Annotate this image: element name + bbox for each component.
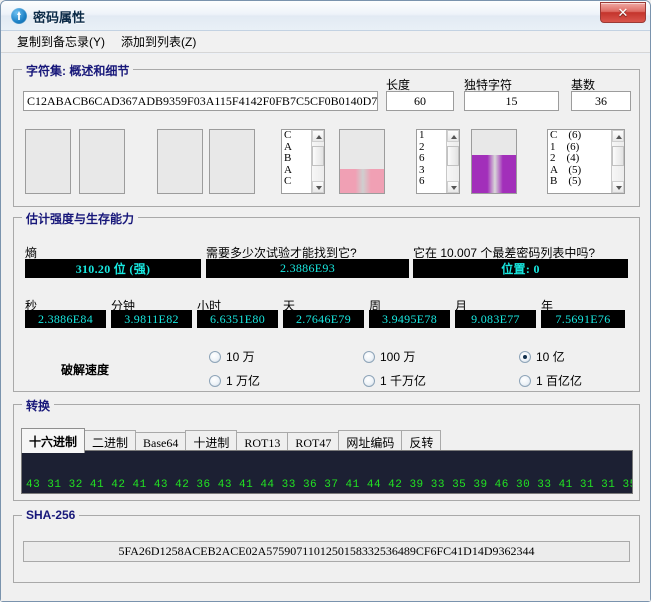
hex-output-area[interactable]: 43 31 32 41 42 41 43 42 36 43 41 44 33 3… [21, 450, 633, 494]
password-properties-window: 密码属性 ✕ 复制到备忘录(Y) 添加到列表(Z) 字符集: 概述和细节 C12… [0, 0, 651, 602]
scroll-down-arrow-icon[interactable] [312, 181, 324, 193]
scroll-down-arrow-icon[interactable] [447, 181, 459, 193]
list-item[interactable]: C [284, 176, 311, 188]
password-field[interactable]: C12ABACB6CAD367ADB9359F03A115F4142F0FB7C… [23, 91, 378, 111]
window-title: 密码属性 [33, 7, 85, 26]
purple-gradient-swatch [471, 129, 517, 194]
charset-counts-items: C (6) 1 (6) 2 (4) A (5) B (5) [548, 130, 611, 193]
radio-label: 10 万 [226, 348, 255, 365]
attempts-value: 2.3886E93 [206, 259, 409, 278]
radio-label: 1 千万亿 [380, 372, 426, 389]
radio-speed-10e[interactable]: 1 百亿亿 [519, 372, 582, 389]
radio-dot-icon [519, 351, 531, 363]
entropy-value: 310.20 位 (强) [25, 259, 201, 278]
sha256-value[interactable]: 5FA26D1258ACEB2ACE02A5759071101250158332… [23, 541, 630, 562]
scroll-up-arrow-icon[interactable] [447, 130, 459, 142]
radio-dot-icon [363, 351, 375, 363]
pink-gradient-swatch [339, 129, 385, 194]
list-item[interactable]: 2 (4) [550, 153, 611, 165]
strength-group-legend: 估计强度与生存能力 [22, 210, 138, 227]
radio-label: 10 亿 [536, 348, 565, 365]
charset-group-legend: 字符集: 概述和细节 [22, 62, 133, 79]
radio-dot-icon [363, 375, 375, 387]
worst-list-value: 位置: 0 [413, 259, 628, 278]
time-value-days: 2.7646E79 [283, 310, 364, 328]
menu-add-to-list[interactable]: 添加到列表(Z) [113, 31, 204, 52]
list-item[interactable]: 1 [419, 130, 446, 142]
preview-pane-3 [157, 129, 203, 194]
list-item[interactable]: C (6) [550, 130, 611, 142]
charset-digits-scrollbar[interactable] [446, 130, 459, 193]
crack-speed-label: 破解速度 [61, 361, 109, 378]
scrollbar-thumb[interactable] [612, 146, 624, 166]
radio-dot-icon [209, 375, 221, 387]
radio-speed-1t[interactable]: 1 万亿 [209, 372, 260, 389]
time-value-seconds: 2.3886E84 [25, 310, 106, 328]
radio-speed-10q[interactable]: 1 千万亿 [363, 372, 426, 389]
radio-label: 1 百亿亿 [536, 372, 582, 389]
scroll-down-arrow-icon[interactable] [612, 181, 624, 193]
dialog-client-area: 字符集: 概述和细节 C12ABACB6CAD367ADB9359F03A115… [1, 54, 650, 601]
scrollbar-thumb[interactable] [312, 146, 324, 166]
time-value-years: 7.5691E76 [541, 310, 625, 328]
radio-label: 100 万 [380, 348, 415, 365]
charset-chars-scrollbar[interactable] [311, 130, 324, 193]
time-value-minutes: 3.9811E82 [111, 310, 192, 328]
charset-digits-listbox[interactable]: 1 2 6 3 6 [416, 129, 460, 194]
preview-pane-2 [79, 129, 125, 194]
radio-dot-icon [209, 351, 221, 363]
menu-bar: 复制到备忘录(Y) 添加到列表(Z) [1, 31, 650, 53]
preview-pane-1 [25, 129, 71, 194]
tab-hex[interactable]: 十六进制 [21, 428, 85, 453]
radio-speed-1m[interactable]: 100 万 [363, 348, 415, 365]
charset-chars-listbox[interactable]: C A B A C [281, 129, 325, 194]
charset-counts-listbox[interactable]: C (6) 1 (6) 2 (4) A (5) B (5) [547, 129, 625, 194]
close-button[interactable]: ✕ [600, 2, 646, 23]
menu-copy-to-memo[interactable]: 复制到备忘录(Y) [9, 31, 113, 52]
list-item[interactable]: B [284, 153, 311, 165]
radio-speed-1b[interactable]: 10 亿 [519, 348, 565, 365]
charset-digits-items: 1 2 6 3 6 [417, 130, 446, 193]
scroll-up-arrow-icon[interactable] [312, 130, 324, 142]
hex-line-1: 43 31 32 41 42 41 43 42 36 43 41 44 33 3… [26, 479, 628, 492]
radix-value: 36 [571, 91, 631, 111]
charset-counts-scrollbar[interactable] [611, 130, 624, 193]
radio-label: 1 万亿 [226, 372, 260, 389]
time-value-weeks: 3.9495E78 [369, 310, 450, 328]
list-item[interactable]: B (5) [550, 176, 611, 188]
list-item[interactable]: C [284, 130, 311, 142]
length-value: 60 [386, 91, 454, 111]
unique-chars-value: 15 [464, 91, 559, 111]
scroll-up-arrow-icon[interactable] [612, 130, 624, 142]
time-value-hours: 6.6351E80 [197, 310, 278, 328]
list-item[interactable]: 6 [419, 153, 446, 165]
preview-pane-4 [209, 129, 255, 194]
sha256-group-legend: SHA-256 [22, 508, 79, 522]
convert-group-legend: 转换 [22, 397, 54, 414]
scrollbar-thumb[interactable] [447, 146, 459, 166]
title-bar: 密码属性 ✕ [1, 1, 650, 31]
radio-speed-100k[interactable]: 10 万 [209, 348, 255, 365]
radio-dot-icon [519, 375, 531, 387]
charset-chars-items: C A B A C [282, 130, 311, 193]
list-item[interactable]: 6 [419, 176, 446, 188]
time-value-months: 9.083E77 [455, 310, 536, 328]
app-shield-icon [11, 8, 27, 24]
